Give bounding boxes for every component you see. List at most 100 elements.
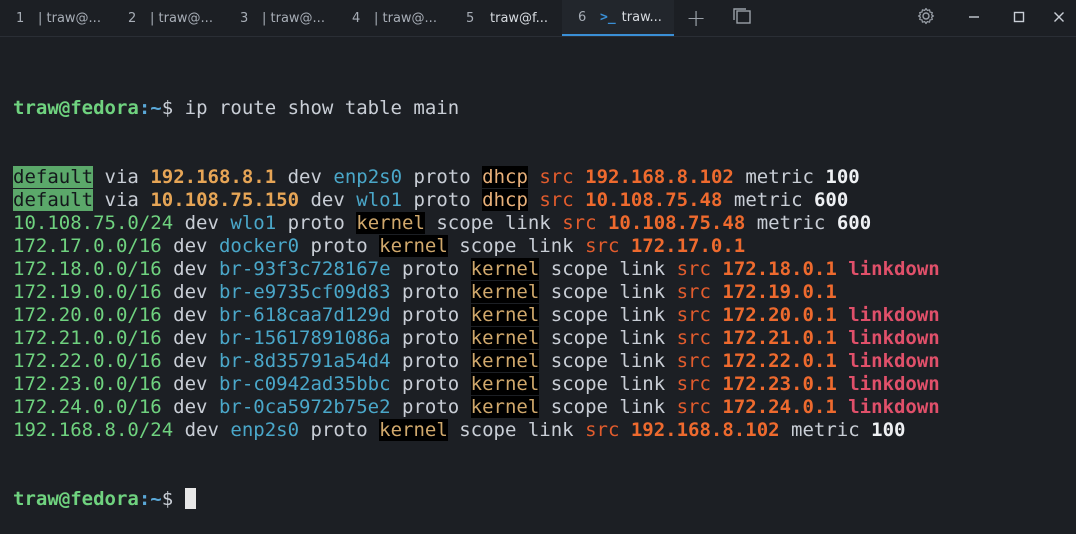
keyword-src: src	[676, 304, 711, 326]
route-source-ip: 172.24.0.1	[722, 396, 837, 418]
keyword-scope-link: scope link	[550, 304, 666, 326]
minimize-button[interactable]	[956, 0, 992, 36]
route-source-ip: 10.108.75.48	[607, 212, 746, 234]
prompt-path: :~	[138, 97, 162, 119]
route-proto: kernel	[379, 235, 448, 257]
keyword-src: src	[539, 166, 574, 188]
route-line: 172.21.0.0/16 dev br-15617891086a proto …	[13, 327, 1073, 350]
route-destination: 172.22.0.0/16	[13, 350, 162, 372]
route-destination: 172.24.0.0/16	[13, 396, 162, 418]
keyword-dev: dev	[173, 327, 208, 349]
tab-4[interactable]: 4 | traw@...	[336, 0, 448, 36]
keyword-proto: proto	[402, 304, 460, 326]
keyword-via: via	[104, 166, 139, 188]
route-proto: kernel	[470, 327, 540, 349]
keyword-proto: proto	[413, 166, 471, 188]
tab-title: traw@f...	[490, 10, 549, 26]
tab-number: 3	[240, 10, 249, 26]
route-proto: kernel	[379, 419, 448, 441]
route-source-ip: 172.21.0.1	[722, 327, 837, 349]
route-device: wlo1	[230, 212, 277, 234]
tab-3[interactable]: 3 | traw@...	[224, 0, 336, 36]
keyword-dev: dev	[184, 212, 219, 234]
command-line: traw@fedora:~$ ip route show table main	[13, 97, 1073, 120]
keyword-proto: proto	[402, 258, 460, 280]
close-button[interactable]	[1041, 0, 1076, 36]
route-destination: 172.20.0.0/16	[13, 304, 162, 326]
maximize-button[interactable]	[1001, 0, 1037, 36]
maximize-icon	[1012, 9, 1026, 28]
route-destination: 172.19.0.0/16	[13, 281, 162, 303]
tab-1[interactable]: 1 | traw@...	[0, 0, 112, 36]
route-device: br-0ca5972b75e2	[218, 396, 391, 418]
route-proto: kernel	[470, 350, 540, 372]
keyword-proto: proto	[413, 189, 471, 211]
command-text: ip route show table main	[184, 97, 460, 119]
route-line: 172.23.0.0/16 dev br-c0942ad35bbc proto …	[13, 373, 1073, 396]
prompt-path: :~	[138, 488, 162, 510]
route-line: 172.20.0.0/16 dev br-618caa7d129d proto …	[13, 304, 1073, 327]
keyword-metric: metric	[756, 212, 826, 234]
minimize-icon	[967, 9, 981, 28]
keyword-dev: dev	[173, 304, 208, 326]
keyword-dev: dev	[310, 189, 345, 211]
prompt-symbol: $	[161, 488, 185, 510]
route-metric: 600	[836, 212, 872, 234]
keyword-src: src	[676, 281, 711, 303]
route-device: br-8d35791a54d4	[218, 350, 391, 372]
route-device: br-618caa7d129d	[218, 304, 391, 326]
keyword-scope-link: scope link	[550, 281, 666, 303]
route-proto: kernel	[470, 281, 540, 303]
keyword-metric: metric	[791, 419, 860, 441]
keyword-scope-link: scope link	[550, 350, 666, 372]
tab-bar: 1 | traw@... 2 | traw@... 3 | traw@... 4…	[0, 0, 1076, 37]
route-default: default	[13, 189, 94, 211]
tab-title: | traw@...	[374, 10, 437, 26]
route-device: docker0	[218, 235, 300, 257]
route-proto: kernel	[470, 258, 540, 280]
keyword-dev: dev	[184, 419, 219, 441]
route-line: 172.22.0.0/16 dev br-8d35791a54d4 proto …	[13, 350, 1073, 373]
keyword-metric: metric	[745, 166, 814, 188]
keyword-src: src	[676, 327, 711, 349]
keyword-proto: proto	[402, 281, 460, 303]
route-source-ip: 172.17.0.1	[630, 235, 746, 257]
route-line: default via 192.168.8.1 dev enp2s0 proto…	[13, 166, 1073, 189]
gear-icon	[917, 7, 935, 29]
tab-6[interactable]: 6 >_ traw...	[562, 0, 674, 36]
route-metric: 100	[825, 166, 860, 188]
route-linkdown-flag: linkdown	[848, 350, 940, 372]
tab-overview-button[interactable]	[724, 0, 760, 36]
terminal-output[interactable]: traw@fedora:~$ ip route show table main …	[13, 51, 1073, 534]
keyword-src: src	[676, 373, 711, 395]
route-proto: kernel	[470, 373, 540, 395]
tab-2[interactable]: 2 | traw@...	[112, 0, 224, 36]
route-list: default via 192.168.8.1 dev enp2s0 proto…	[13, 166, 1073, 442]
route-line: default via 10.108.75.150 dev wlo1 proto…	[13, 189, 1073, 212]
keyword-src: src	[676, 396, 711, 418]
tab-number: 2	[128, 10, 137, 26]
prompt-symbol: $	[161, 97, 185, 119]
prompt-line[interactable]: traw@fedora:~$	[13, 488, 1073, 511]
keyword-metric: metric	[733, 189, 803, 211]
keyword-proto: proto	[402, 396, 460, 418]
keyword-src: src	[585, 419, 620, 441]
settings-button[interactable]	[908, 0, 944, 36]
keyword-scope-link: scope link	[550, 327, 666, 349]
route-default: default	[13, 166, 94, 188]
tab-title: traw...	[621, 9, 662, 25]
prompt-user: traw@fedora	[13, 488, 139, 510]
keyword-via: via	[104, 189, 139, 211]
new-tab-button[interactable]: +	[678, 0, 714, 36]
route-device: enp2s0	[333, 166, 403, 188]
route-linkdown-flag: linkdown	[848, 373, 940, 395]
keyword-src: src	[676, 258, 711, 280]
keyword-src: src	[539, 189, 574, 211]
route-gateway: 10.108.75.150	[150, 189, 300, 211]
route-proto: kernel	[356, 212, 425, 234]
tab-5[interactable]: 5 traw@f...	[450, 0, 562, 36]
tab-number: 4	[352, 10, 361, 26]
tab-number: 5	[466, 10, 475, 26]
route-destination: 172.21.0.0/16	[13, 327, 162, 349]
keyword-dev: dev	[173, 396, 208, 418]
